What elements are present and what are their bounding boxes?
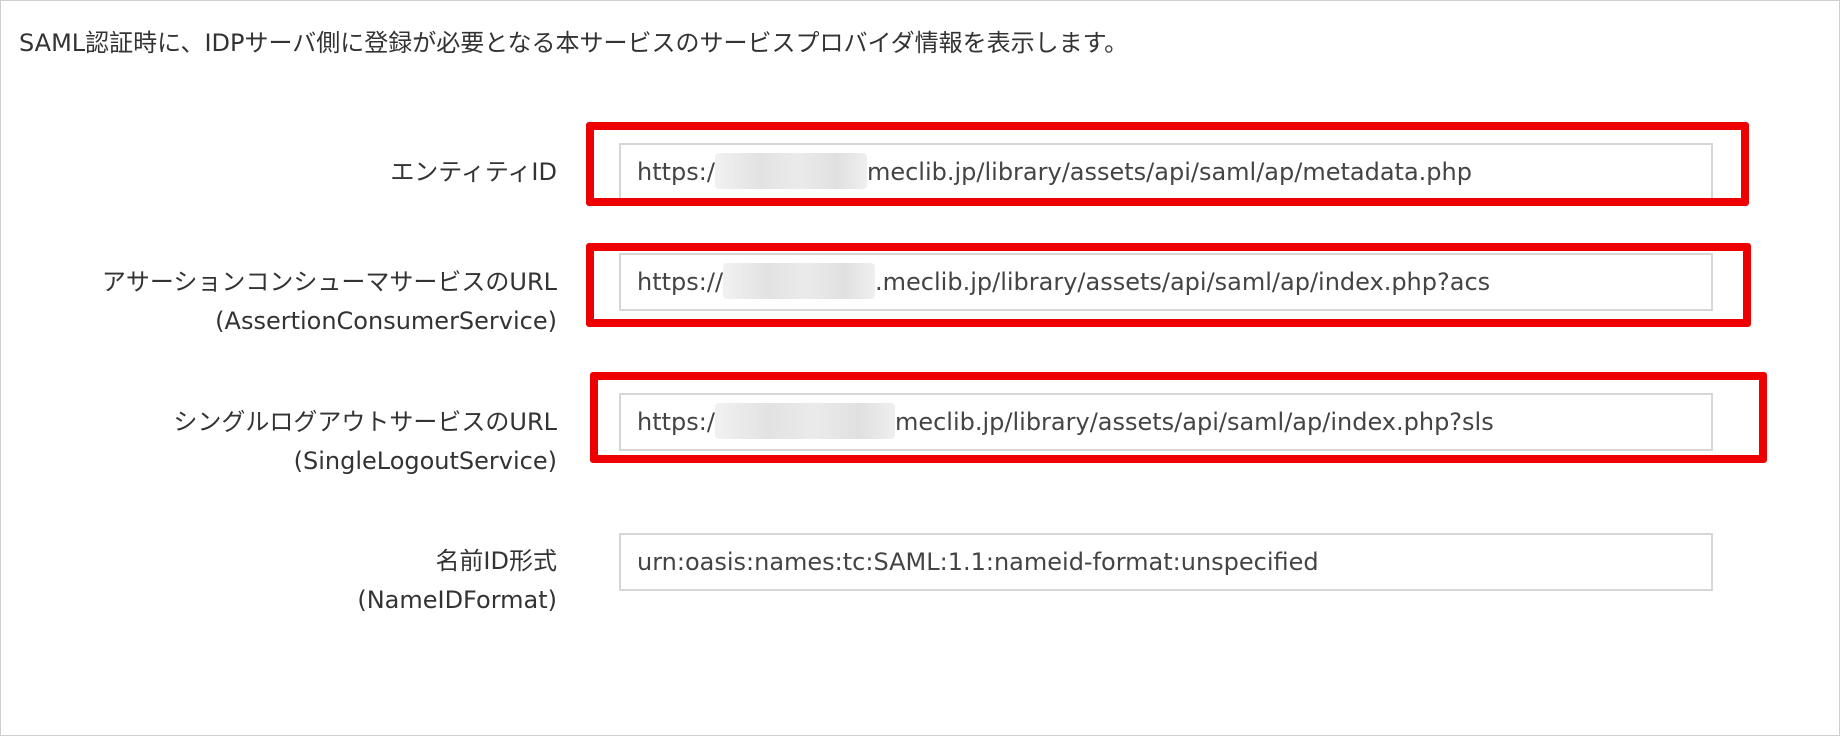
- nameid-format-field[interactable]: urn:oasis:names:tc:SAML:1.1:nameid-forma…: [619, 533, 1713, 591]
- acs-url-value-suffix: .meclib.jp/library/assets/api/saml/ap/in…: [875, 268, 1491, 296]
- acs-url-value-prefix: https://: [637, 268, 724, 296]
- intro-text: SAML認証時に、IDPサーバ側に登録が必要となる本サービスのサービスプロバイダ…: [19, 29, 1129, 57]
- sls-url-label: シングルログアウトサービスのURL (SingleLogoutService): [173, 403, 557, 481]
- entity-id-label: エンティティID: [390, 153, 557, 192]
- redacted-blur: [723, 263, 876, 299]
- sls-url-field[interactable]: https:/ meclib.jp/library/assets/api/saml…: [619, 393, 1713, 451]
- nameid-format-value: urn:oasis:names:tc:SAML:1.1:nameid-forma…: [637, 548, 1319, 576]
- sls-url-label-text: シングルログアウトサービスのURL: [173, 408, 557, 436]
- acs-url-label: アサーションコンシューマサービスのURL (AssertionConsumerS…: [102, 263, 557, 341]
- nameid-format-label-text: 名前ID形式: [435, 547, 557, 575]
- redacted-blur: [714, 403, 895, 439]
- nameid-format-label: 名前ID形式 (NameIDFormat): [357, 542, 557, 620]
- sls-url-value-prefix: https:/: [637, 408, 715, 436]
- entity-id-value-suffix: meclib.jp/library/assets/api/saml/ap/met…: [866, 158, 1472, 186]
- sls-url-value-suffix: meclib.jp/library/assets/api/saml/ap/ind…: [894, 408, 1494, 436]
- entity-id-field[interactable]: https:/ meclib.jp/library/assets/api/saml…: [619, 143, 1713, 201]
- acs-url-sublabel: (AssertionConsumerService): [215, 307, 557, 335]
- sls-url-sublabel: (SingleLogoutService): [293, 447, 557, 475]
- nameid-format-sublabel: (NameIDFormat): [357, 586, 557, 614]
- redacted-blur: [714, 153, 867, 189]
- settings-panel: SAML認証時に、IDPサーバ側に登録が必要となる本サービスのサービスプロバイダ…: [0, 0, 1840, 736]
- acs-url-label-text: アサーションコンシューマサービスのURL: [101, 268, 557, 296]
- entity-id-value-prefix: https:/: [637, 158, 715, 186]
- entity-id-label-text: エンティティID: [390, 158, 557, 186]
- acs-url-field[interactable]: https:// .meclib.jp/library/assets/api/sa…: [619, 253, 1713, 311]
